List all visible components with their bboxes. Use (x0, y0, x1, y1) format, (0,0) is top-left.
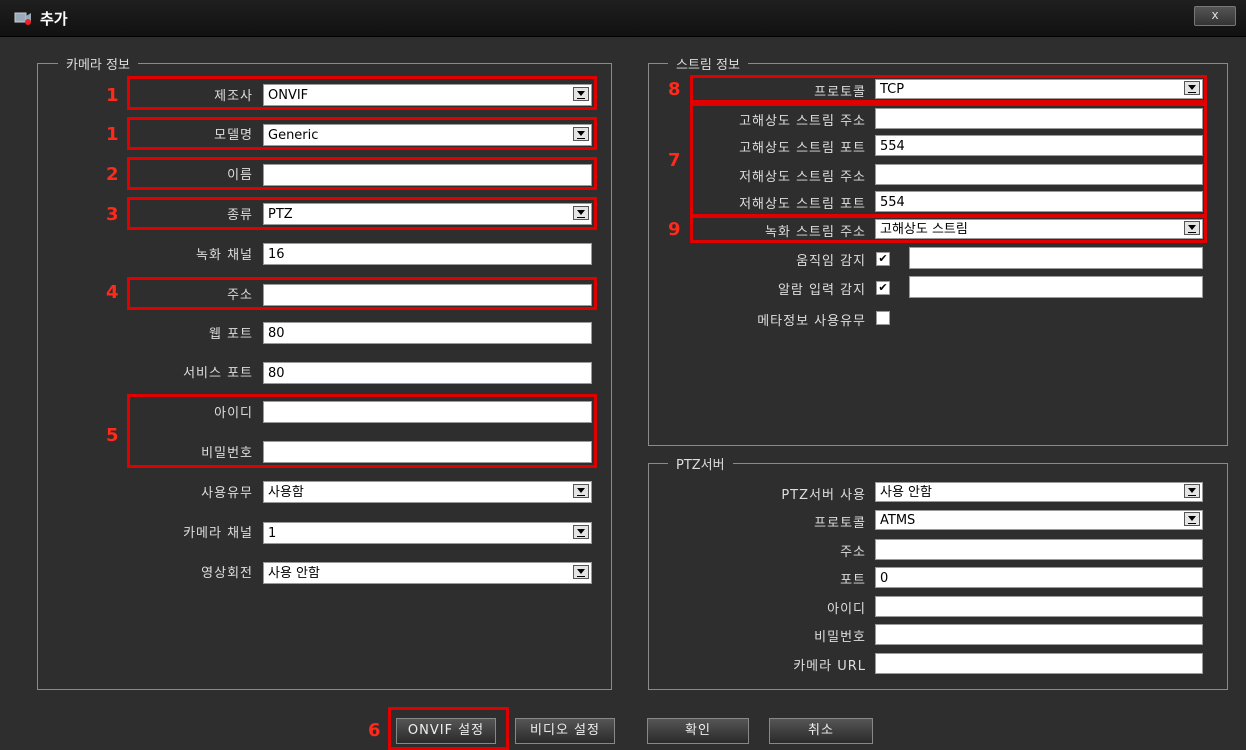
camera-channel-label: 카메라 채널 (183, 526, 253, 541)
window-title: 추가 (40, 10, 68, 28)
chevron-down-icon[interactable] (573, 525, 589, 539)
ptz-server-legend: PTZ서버 (668, 454, 733, 473)
cancel-button[interactable]: 취소 (769, 718, 873, 744)
ptz-address-label: 주소 (840, 545, 866, 560)
marker-number: 5 (106, 425, 119, 446)
marker-box-model (127, 117, 597, 150)
marker-number: 9 (668, 219, 681, 240)
alarm-label: 알람 입력 감지 (777, 283, 866, 298)
ptz-use-value: 사용 안함 (880, 485, 932, 500)
use-select[interactable]: 사용함 (263, 481, 592, 503)
motion-input[interactable] (909, 247, 1203, 269)
marker-box-credentials (127, 394, 597, 468)
record-channel-label: 녹화 채널 (196, 248, 253, 263)
alarm-input[interactable] (909, 276, 1203, 298)
ptz-protocol-value: ATMS (880, 513, 916, 528)
marker-number: 2 (106, 164, 119, 185)
meta-checkbox[interactable] (876, 311, 890, 325)
chevron-down-icon[interactable] (573, 565, 589, 579)
ptz-port-label: 포트 (840, 573, 866, 588)
ptz-user-id-label: 아이디 (827, 602, 866, 617)
camera-channel-select[interactable]: 1 (263, 522, 592, 544)
ptz-protocol-label: 프로토콜 (814, 516, 866, 531)
ptz-password-input[interactable] (875, 624, 1203, 645)
web-port-input[interactable]: 80 (263, 322, 592, 344)
check-icon: ✔ (878, 281, 888, 294)
rotation-value: 사용 안함 (268, 566, 320, 581)
camera-info-legend: 카메라 정보 (58, 54, 138, 73)
motion-label: 움직임 감지 (796, 254, 866, 269)
use-value: 사용함 (268, 485, 304, 500)
ptz-password-label: 비밀번호 (814, 630, 866, 645)
marker-box-manufacturer (127, 76, 597, 110)
marker-number: 7 (668, 150, 681, 171)
onvif-settings-button[interactable]: ONVIF 설정 (396, 718, 496, 744)
check-icon: ✔ (878, 252, 888, 265)
marker-box-stream-urls (690, 103, 1207, 217)
camera-channel-value: 1 (268, 526, 277, 541)
service-port-input[interactable]: 80 (263, 362, 592, 384)
close-button[interactable]: x (1194, 6, 1236, 26)
marker-number: 3 (106, 204, 119, 225)
ptz-user-id-input[interactable] (875, 596, 1203, 617)
ptz-address-input[interactable] (875, 539, 1203, 560)
chevron-down-icon[interactable] (573, 484, 589, 498)
marker-box-stream-protocol (690, 75, 1207, 103)
marker-number: 4 (106, 282, 119, 303)
ptz-use-select[interactable]: 사용 안함 (875, 482, 1203, 502)
marker-number: 8 (668, 79, 681, 100)
marker-number: 6 (368, 720, 381, 741)
marker-number: 1 (106, 85, 119, 106)
marker-number: 1 (106, 124, 119, 145)
rotation-select[interactable]: 사용 안함 (263, 562, 592, 584)
service-port-label: 서비스 포트 (183, 366, 253, 381)
video-settings-button[interactable]: 비디오 설정 (515, 718, 615, 744)
camera-add-icon (14, 12, 31, 25)
ok-button[interactable]: 확인 (647, 718, 749, 744)
ptz-port-input[interactable]: 0 (875, 567, 1203, 588)
ptz-use-label: PTZ서버 사용 (781, 488, 866, 503)
record-channel-input[interactable]: 16 (263, 243, 592, 265)
marker-box-address (127, 277, 597, 310)
stream-info-legend: 스트림 정보 (668, 54, 748, 73)
marker-box-name (127, 157, 597, 190)
marker-box-type (127, 197, 597, 230)
rotation-label: 영상회전 (201, 566, 253, 581)
use-label: 사용유무 (201, 486, 253, 501)
title-bar (0, 0, 1246, 37)
chevron-down-icon[interactable] (1184, 512, 1200, 526)
marker-box-rec-stream (690, 215, 1207, 243)
meta-label: 메타정보 사용유무 (757, 314, 866, 329)
ptz-protocol-select[interactable]: ATMS (875, 510, 1203, 530)
web-port-label: 웹 포트 (208, 327, 253, 342)
ptz-camera-url-label: 카메라 URL (793, 659, 866, 674)
alarm-checkbox[interactable]: ✔ (876, 281, 890, 295)
ptz-camera-url-input[interactable] (875, 653, 1203, 674)
chevron-down-icon[interactable] (1184, 484, 1200, 498)
motion-checkbox[interactable]: ✔ (876, 252, 890, 266)
